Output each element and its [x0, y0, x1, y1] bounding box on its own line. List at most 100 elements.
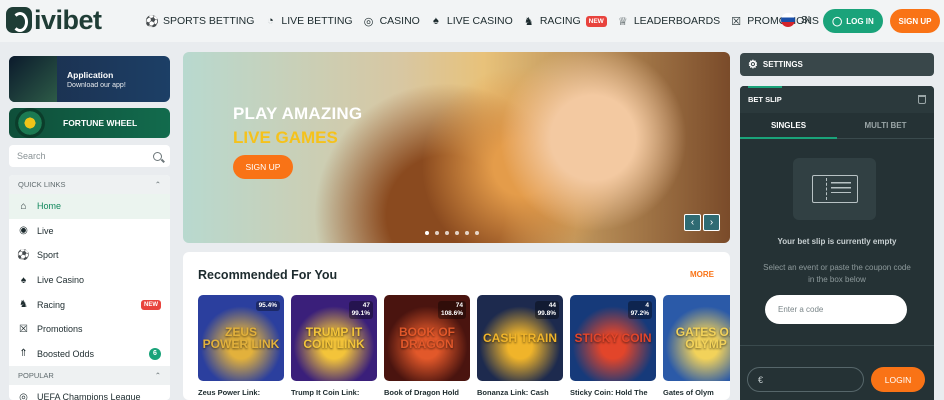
new-badge: NEW — [585, 15, 607, 27]
game-tile[interactable]: 44 99.8% CASH TRAIN Bonanza Link: Cash — [477, 295, 563, 397]
nav-item-label: LIVE BETTING — [281, 15, 353, 27]
game-tile[interactable]: 4 97.2% STICKY COIN Sticky Coin: Hold The — [570, 295, 656, 397]
language-selector[interactable]: SI — [781, 13, 810, 27]
carousel-dot[interactable] — [435, 231, 439, 235]
currency-symbol: € — [758, 374, 764, 385]
sidebar-item-live-casino[interactable]: ♠ Live Casino — [9, 268, 170, 293]
carousel-dot[interactable] — [445, 231, 449, 235]
nav-item-live-casino[interactable]: ♠ LIVE CASINO — [430, 15, 513, 27]
nav-item-casino[interactable]: ◎ CASINO — [363, 15, 420, 28]
quick-links-header[interactable]: QUICK LINKS ⌃ — [9, 175, 170, 194]
app-banner-title: Application — [67, 69, 114, 80]
cards-icon: ♠ — [20, 274, 27, 286]
app-banner-subtitle: Download our app! — [67, 81, 126, 89]
rtp-value: 97.2% — [630, 310, 649, 317]
sidebar-item-boosted-odds[interactable]: ⇑ Boosted Odds 6 — [9, 342, 170, 367]
popular-header[interactable]: POPULAR ⌃ — [9, 366, 170, 386]
tab-singles[interactable]: SINGLES — [740, 113, 837, 139]
game-stats-badge: 44 99.8% — [534, 301, 559, 319]
bet-slip-title: BET SLIP — [748, 95, 782, 104]
gear-icon: ⚙ — [748, 59, 758, 71]
sidebar-item-label: Racing — [37, 299, 66, 310]
rtp-value: 99.1% — [351, 310, 370, 317]
slovenia-flag-icon — [781, 13, 795, 27]
live-betting-icon: ◔ — [267, 15, 274, 27]
player-count: 74 — [455, 302, 463, 309]
rtp-value: 95.4% — [258, 302, 277, 309]
sidebar-item-uefa-champions-league[interactable]: ◎ UEFA Champions League — [9, 385, 170, 400]
game-stats-badge: 47 99.1% — [348, 301, 373, 319]
bet-slip-panel: BET SLIP SINGLES MULTI BET Your bet slip… — [740, 86, 934, 400]
rtp-value: 108.6% — [440, 310, 463, 317]
trash-icon[interactable] — [918, 95, 926, 104]
fortune-wheel-banner[interactable]: FORTUNE WHEEL — [9, 108, 170, 138]
carousel-prev-button[interactable]: ‹ — [684, 214, 701, 231]
sidebar-item-sport[interactable]: ⚽ Sport — [9, 243, 170, 268]
nav-item-label: SPORTS BETTING — [163, 15, 255, 27]
empty-ticket-illustration — [793, 158, 876, 220]
hero-title-line2: LIVE GAMES — [233, 128, 338, 147]
gift-icon: ☒ — [731, 15, 742, 28]
game-tile[interactable]: 95.4% ZEUS POWER LINK Zeus Power Link: — [198, 295, 284, 397]
game-logo: BOOK OF DRAGON — [399, 325, 455, 351]
bet-slip-hint-text: Select an event or paste the coupon code… — [763, 263, 911, 284]
carousel-next-button[interactable]: › — [703, 214, 720, 231]
search-input[interactable]: Search — [9, 145, 170, 167]
sidebar-item-label: Sport — [37, 250, 59, 261]
app-download-banner[interactable]: Application Download our app! — [9, 56, 170, 102]
nav-item-label: LEADERBOARDS — [633, 15, 721, 27]
ivibet-logo[interactable]: ivibet — [6, 7, 102, 34]
sidebar-item-racing[interactable]: ♞ Racing NEW — [9, 292, 170, 317]
count-badge: 6 — [149, 347, 161, 360]
login-button[interactable]: ◯ LOG IN — [823, 9, 883, 33]
carousel-dot[interactable] — [465, 231, 469, 235]
carousel-dot[interactable] — [475, 231, 479, 235]
settings-button[interactable]: ⚙ SETTINGS — [740, 53, 934, 76]
hero-banner[interactable]: PLAY AMAZING LIVE GAMES SIGN UP ‹ › — [183, 52, 730, 243]
soccer-ball-icon: ⚽ — [17, 249, 30, 261]
coupon-code-input[interactable] — [765, 295, 907, 324]
hero-signup-button[interactable]: SIGN UP — [233, 155, 293, 179]
game-name: Bonanza Link: Cash — [477, 388, 549, 397]
game-logo: CASH TRAIN — [483, 331, 557, 345]
recommended-more-link[interactable]: MORE — [690, 270, 714, 279]
game-logo: GATES OF OLYMP — [675, 325, 730, 351]
sidebar-item-label: Boosted Odds — [37, 348, 95, 359]
sidebar-item-live[interactable]: ◉ Live — [9, 219, 170, 244]
soccer-ball-icon: ⚽ — [145, 15, 159, 28]
carousel-dot[interactable] — [425, 231, 429, 235]
game-logo: TRUMP IT COIN LINK — [303, 325, 365, 351]
horse-icon: ♞ — [523, 15, 534, 28]
carousel-dots — [425, 231, 479, 235]
game-thumbnail: 95.4% ZEUS POWER LINK — [198, 295, 284, 381]
signup-button[interactable]: SIGN UP — [890, 9, 940, 33]
tab-multi-bet[interactable]: MULTI BET — [837, 113, 934, 138]
game-thumbnail: 4 97.2% STICKY COIN — [570, 295, 656, 381]
carousel-dot[interactable] — [455, 231, 459, 235]
nav-item-racing[interactable]: ♞ RACING NEW — [523, 15, 607, 28]
bet-slip-login-button[interactable]: LOGIN — [871, 367, 925, 392]
nav-item-live-betting[interactable]: ◔ LIVE BETTING — [264, 15, 353, 27]
game-tile[interactable]: 74 108.6% BOOK OF DRAGON Book of Dragon Hol… — [384, 295, 470, 397]
sidebar-item-label: Live Casino — [37, 275, 85, 286]
ticket-icon — [811, 175, 858, 203]
nav-item-label: RACING — [539, 15, 581, 27]
game-tile[interactable]: 6GATES OF OLYMP Gates of Olym — [663, 295, 730, 397]
user-icon: ◯ — [832, 15, 843, 26]
gift-icon: ☒ — [19, 323, 28, 335]
game-name: Book of Dragon Hold — [384, 388, 459, 397]
game-thumbnail: 44 99.8% CASH TRAIN — [477, 295, 563, 381]
stake-input[interactable]: € — [747, 367, 864, 392]
league-icon: ◎ — [19, 391, 28, 400]
game-tile[interactable]: 47 99.1% TRUMP IT COIN LINK Trump It Coin L… — [291, 295, 377, 397]
nav-item-sports-betting[interactable]: ⚽ SPORTS BETTING — [145, 15, 255, 28]
hero-title-line1: PLAY AMAZING — [233, 104, 363, 123]
game-stats-badge: 74 108.6% — [437, 301, 466, 319]
game-stats-badge: 4 97.2% — [627, 301, 652, 319]
game-logo: STICKY COIN — [574, 331, 652, 345]
sidebar-item-home[interactable]: ⌂ Home — [9, 194, 170, 219]
broadcast-icon: ◉ — [19, 225, 28, 237]
game-tiles: 95.4% ZEUS POWER LINK Zeus Power Link: 47 99… — [198, 295, 730, 397]
sidebar-item-promotions[interactable]: ☒ Promotions — [9, 317, 170, 342]
nav-item-leaderboards[interactable]: ♕ LEADERBOARDS — [617, 15, 721, 28]
